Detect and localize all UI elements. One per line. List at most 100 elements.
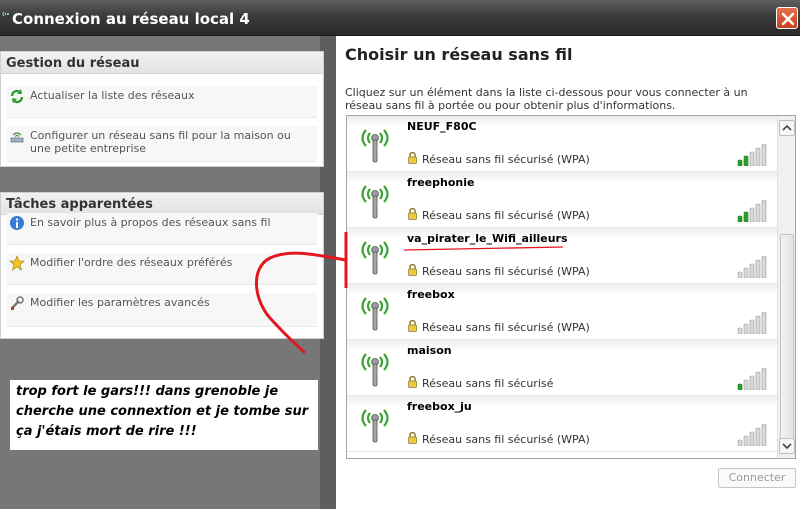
network-tasks-group: Gestion du réseau Actualiser la liste de… [0,51,324,167]
settings-icon [11,296,24,310]
wireless-antenna-icon [361,297,389,331]
close-icon [781,12,795,26]
learn-about-wireless-link[interactable]: En savoir plus à propos des réseaux sans… [7,213,317,245]
task-pane: Gestion du réseau Actualiser la liste de… [0,36,336,509]
signal-bar [743,323,749,334]
signal-bar [749,431,755,446]
page-title: Choisir un réseau sans fil [345,45,573,64]
scroll-down-button[interactable] [779,438,795,454]
close-button[interactable] [776,7,798,29]
lock-icon [408,207,417,220]
network-list: NEUF_F80C Réseau sans fil sécurisé (WPA) f… [346,115,796,459]
signal-strength-icon [737,312,767,334]
network-security-label: Réseau sans fil sécurisé [422,377,554,390]
signal-bar [737,327,743,334]
signal-bar [737,215,743,222]
info-icon [10,216,24,230]
signal-bar [737,383,743,390]
signal-bar [743,435,749,446]
signal-bar [749,207,755,222]
lock-icon [408,431,417,444]
chevron-up-icon [782,124,792,131]
refresh-icon [10,89,24,104]
signal-bar [743,267,749,278]
signal-bar [743,211,749,222]
signal-bar [737,159,743,166]
window-title: Connexion au réseau local 4 [12,10,250,28]
signal-bar [749,263,755,278]
signal-bar [749,375,755,390]
signal-bar [755,315,761,334]
lock-icon [408,319,417,332]
change-preferred-order-label: Modifier l'ordre des réseaux préférés [30,256,233,269]
signal-bar [743,379,749,390]
network-ssid: freebox [407,288,455,301]
connect-button[interactable]: Connecter [718,468,796,488]
wireless-connection-icon [2,11,9,17]
network-ssid: va_pirater_le_Wifi_ailleurs [407,232,568,245]
network-item[interactable]: maison Réseau sans fil sécurisé [347,340,777,396]
network-ssid: freephonie [407,176,475,189]
signal-bar [755,147,761,166]
signal-bar [761,312,767,334]
signal-bar [749,319,755,334]
signal-bar [743,155,749,166]
signal-bar [761,368,767,390]
network-item[interactable]: freephonie Réseau sans fil sécurisé (WPA) [347,172,777,228]
refresh-network-list-link[interactable]: Actualiser la liste des réseaux [7,86,317,118]
network-list-scrollbar[interactable] [777,116,795,458]
advanced-settings-link[interactable]: Modifier les paramètres avancés [7,293,317,327]
network-item[interactable]: NEUF_F80C Réseau sans fil sécurisé (WPA) [347,116,777,172]
signal-bar [749,151,755,166]
signal-bar [755,427,761,446]
network-security-label: Réseau sans fil sécurisé (WPA) [422,209,590,222]
signal-bar [755,259,761,278]
overlay-caption: trop fort le gars!!! dans grenoble je ch… [10,380,318,450]
signal-bar [761,144,767,166]
network-security-label: Réseau sans fil sécurisé (WPA) [422,153,590,166]
lock-icon [408,151,417,164]
network-security-label: Réseau sans fil sécurisé (WPA) [422,265,590,278]
wireless-setup-icon [10,132,24,143]
scroll-thumb[interactable] [780,234,794,444]
advanced-settings-label: Modifier les paramètres avancés [30,296,210,309]
signal-strength-icon [737,256,767,278]
network-ssid: freebox_ju [407,400,472,413]
related-tasks-group: Tâches apparentées En savoir plus à prop… [0,192,324,339]
signal-bar [761,200,767,222]
change-preferred-order-link[interactable]: Modifier l'ordre des réseaux préférés [7,253,317,285]
signal-bar [737,439,743,446]
signal-bar [761,256,767,278]
wireless-antenna-icon [361,409,389,443]
setup-wireless-network-label: Configurer un réseau sans fil pour la ma… [30,129,291,155]
network-ssid: maison [407,344,452,357]
signal-bar [761,424,767,446]
signal-bar [755,203,761,222]
instructions-text: Cliquez sur un élément dans la liste ci-… [345,86,748,112]
wireless-antenna-icon [361,185,389,219]
wireless-antenna-icon [361,353,389,387]
signal-bar [755,371,761,390]
network-security-label: Réseau sans fil sécurisé (WPA) [422,433,590,446]
related-tasks-header: Tâches apparentées [1,193,323,215]
lock-icon [408,375,417,388]
network-item[interactable]: freebox Réseau sans fil sécurisé (WPA) [347,284,777,340]
setup-wireless-network-link[interactable]: Configurer un réseau sans fil pour la ma… [7,126,317,162]
wireless-antenna-icon [361,129,389,163]
star-icon [9,255,25,271]
main-panel: Choisir un réseau sans fil Cliquez sur u… [336,36,800,509]
signal-strength-icon [737,200,767,222]
network-tasks-header: Gestion du réseau [1,52,323,74]
network-security-label: Réseau sans fil sécurisé (WPA) [422,321,590,334]
signal-strength-icon [737,144,767,166]
learn-about-wireless-label: En savoir plus à propos des réseaux sans… [30,216,271,229]
chevron-down-icon [782,443,792,450]
signal-strength-icon [737,424,767,446]
lock-icon [408,263,417,276]
network-item[interactable]: va_pirater_le_Wifi_ailleurs Réseau sans f… [347,228,777,284]
network-ssid: NEUF_F80C [407,120,477,133]
scroll-up-button[interactable] [779,120,795,136]
signal-bar [737,271,743,278]
wireless-antenna-icon [361,241,389,275]
network-item[interactable]: freebox_ju Réseau sans fil sécurisé (WPA) [347,396,777,452]
